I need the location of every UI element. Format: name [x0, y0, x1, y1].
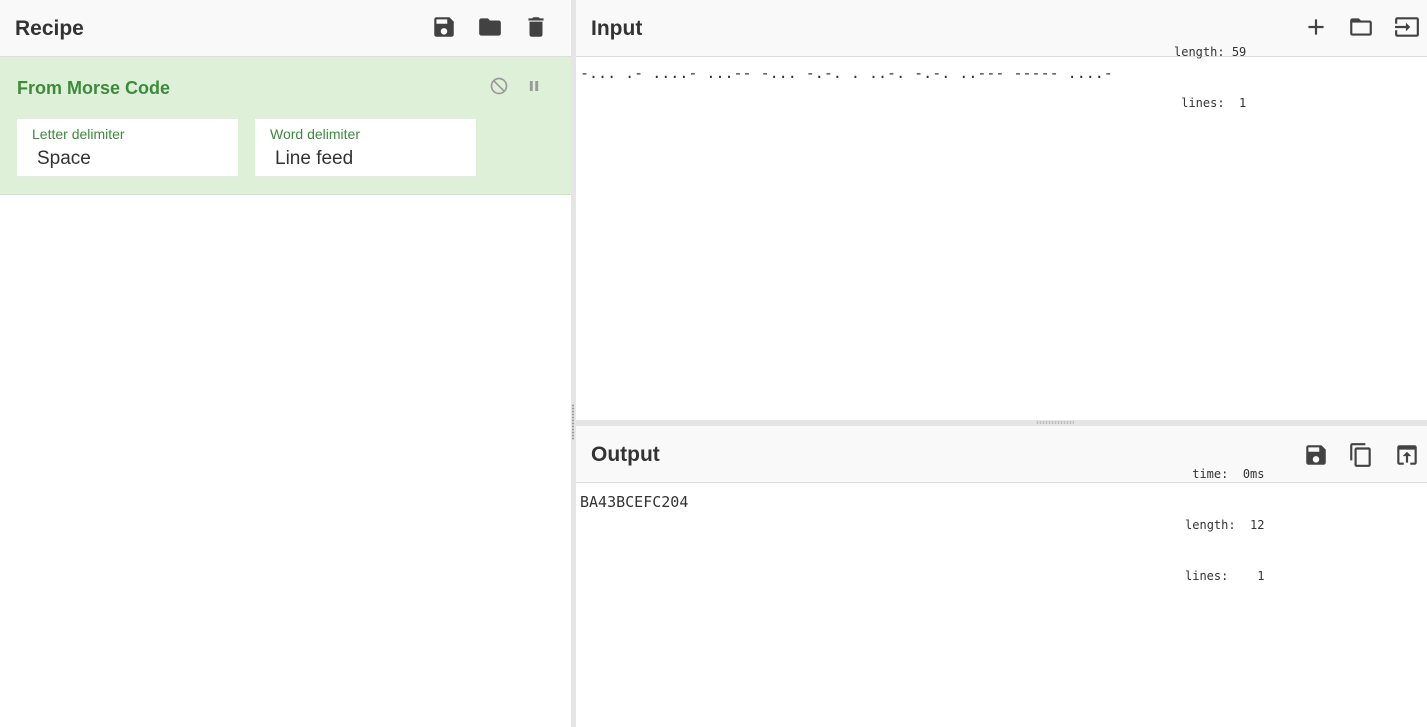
output-lines-value: 1	[1257, 569, 1265, 583]
letter-delimiter-value: Space	[37, 148, 91, 169]
copy-output-button[interactable]	[1346, 440, 1376, 470]
breakpoint-icon	[529, 81, 539, 91]
open-file-button[interactable]	[1392, 12, 1422, 42]
disable-operation-button[interactable]	[488, 75, 510, 97]
resize-grip	[1036, 421, 1074, 424]
add-input-tab-button[interactable]	[1301, 12, 1331, 42]
output-time-label: time:	[1192, 467, 1229, 481]
folder-icon	[1350, 18, 1372, 36]
load-recipe-button[interactable]	[475, 12, 505, 42]
input-lines-label: lines:	[1181, 96, 1225, 110]
trash-icon	[528, 17, 544, 37]
input-length-value: 59	[1231, 45, 1247, 59]
save-icon	[434, 17, 454, 37]
input-header: Input length: 59 lines: 1	[576, 0, 1427, 110]
output-pane: Output time: 0ms length: 12 lines: 1 BA4…	[576, 426, 1427, 727]
recipe-header: Recipe	[0, 0, 571, 57]
input-textarea[interactable]: -... .- ....- ...-- -... -.-. . ..-. -.-…	[580, 64, 1113, 82]
plus-icon	[1308, 19, 1324, 35]
operation-from-morse-code[interactable]: From Morse Code Letter delimiter Space W…	[0, 57, 571, 195]
output-header: Output time: 0ms length: 12 lines: 1	[576, 426, 1427, 583]
output-title: Output	[591, 443, 660, 466]
save-output-button[interactable]	[1301, 440, 1331, 470]
letter-delimiter-select[interactable]: Letter delimiter Space	[17, 119, 238, 177]
breakpoint-button[interactable]	[523, 75, 545, 97]
letter-delimiter-label: Letter delimiter	[32, 126, 125, 142]
replace-input-button[interactable]	[1392, 440, 1422, 470]
replace-input-icon	[1397, 445, 1417, 465]
copy-icon	[1350, 443, 1371, 467]
input-pane: Input length: 59 lines: 1 -... .- ....- …	[576, 0, 1427, 420]
recipe-pane: Recipe From Morse Code Letter delimiter …	[0, 0, 571, 727]
output-text[interactable]: BA43BCEFC204	[580, 493, 688, 511]
word-delimiter-value: Line feed	[275, 148, 354, 169]
operation-title: From Morse Code	[17, 78, 171, 98]
word-delimiter-label: Word delimiter	[270, 126, 360, 142]
save-icon	[1306, 445, 1326, 465]
output-lines-label: lines:	[1185, 569, 1229, 583]
load-icon	[1395, 17, 1419, 37]
output-stats: time: 0ms length: 12 lines: 1	[1185, 432, 1265, 619]
cyberchef-app: Recipe From Morse Code Letter delimiter …	[0, 0, 1427, 727]
clear-recipe-button[interactable]	[521, 12, 551, 42]
resize-grip	[572, 404, 574, 440]
input-length-label: length:	[1174, 45, 1225, 59]
save-recipe-button[interactable]	[429, 12, 459, 42]
open-folder-button[interactable]	[1346, 12, 1376, 42]
output-length-label: length:	[1185, 518, 1236, 532]
input-title: Input	[591, 17, 643, 40]
output-time-value: 0ms	[1242, 467, 1265, 481]
input-stats: length: 59 lines: 1	[1174, 10, 1246, 146]
output-length-value: 12	[1250, 518, 1265, 532]
folder-icon	[479, 18, 501, 36]
word-delimiter-select[interactable]: Word delimiter Line feed	[255, 119, 476, 177]
disable-icon	[490, 77, 508, 95]
recipe-title: Recipe	[15, 17, 84, 40]
input-lines-value: 1	[1239, 96, 1247, 110]
